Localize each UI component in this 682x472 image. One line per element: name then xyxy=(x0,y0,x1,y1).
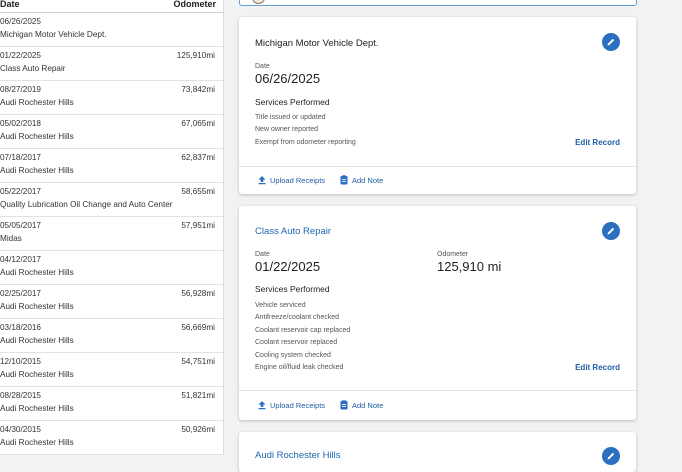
list-item[interactable]: 08/27/2019 Audi Rochester Hills 73,842mi xyxy=(0,81,223,115)
row-date: 02/25/2017 xyxy=(0,289,41,298)
row-odometer: 57,951mi xyxy=(181,221,215,230)
row-date: 08/27/2019 xyxy=(0,85,41,94)
row-date: 04/12/2017 xyxy=(0,255,41,264)
services-heading: Services Performed xyxy=(255,284,330,294)
row-source: Michigan Motor Vehicle Dept. xyxy=(0,30,107,39)
row-odometer: 58,655mi xyxy=(181,187,215,196)
list-item[interactable]: 03/18/2016 Audi Rochester Hills 56,669mi xyxy=(0,319,223,353)
row-date: 01/22/2025 xyxy=(0,51,41,60)
row-source: Audi Rochester Hills xyxy=(0,336,74,345)
services-list: Vehicle serviced Antifreeze/coolant chec… xyxy=(255,300,350,374)
row-odometer: 67,065mi xyxy=(181,119,215,128)
row-odometer: 51,821mi xyxy=(181,391,215,400)
pencil-icon xyxy=(607,227,615,235)
list-item[interactable]: 05/05/2017 Midas 57,951mi xyxy=(0,217,223,251)
row-date: 05/22/2017 xyxy=(0,187,41,196)
pencil-icon xyxy=(607,452,615,460)
row-source: Quality Lubrication Oil Change and Auto … xyxy=(0,200,173,209)
note-icon xyxy=(340,400,348,410)
row-source: Class Auto Repair xyxy=(0,64,66,73)
upload-icon xyxy=(258,176,266,185)
odometer-column-header: Odometer xyxy=(173,0,216,9)
row-date: 05/02/2018 xyxy=(0,119,41,128)
upload-icon xyxy=(258,401,266,410)
row-source: Audi Rochester Hills xyxy=(0,132,74,141)
record-card-class-auto: Class Auto Repair Date 01/22/2025 Odomet… xyxy=(239,206,636,420)
date-column-header: Date xyxy=(0,0,20,9)
service-item: Title issued or updated xyxy=(255,114,326,121)
list-item[interactable]: 12/10/2015 Audi Rochester Hills 54,751mi xyxy=(0,353,223,387)
service-item: New owner reported xyxy=(255,126,319,134)
service-item: Coolant reservoir cap replaced xyxy=(255,326,351,334)
row-source: Audi Rochester Hills xyxy=(0,268,74,277)
row-source: Audi Rochester Hills xyxy=(0,302,74,311)
date-label: Date xyxy=(255,251,270,258)
row-odometer: 54,751mi xyxy=(181,357,215,366)
service-item: Cooling system checked xyxy=(255,351,331,359)
services-list: Title issued or updated New owner report… xyxy=(255,112,356,149)
edit-record-link[interactable]: Edit Record xyxy=(575,363,620,372)
row-odometer: 56,928mi xyxy=(181,289,215,298)
row-source: Audi Rochester Hills xyxy=(0,370,74,379)
odometer-label: Odometer xyxy=(437,251,469,258)
list-rows: 06/26/2025 Michigan Motor Vehicle Dept. 01… xyxy=(0,13,223,455)
edit-pencil-button[interactable] xyxy=(602,33,620,51)
history-list: Date Odometer 06/26/2025 Michigan Motor V… xyxy=(0,0,224,455)
edit-pencil-button[interactable] xyxy=(602,447,620,465)
list-header: Date Odometer xyxy=(0,0,223,13)
date-value: 01/22/2025 xyxy=(255,259,321,274)
service-item: Exempt from odometer reporting xyxy=(255,138,356,146)
row-odometer: 56,669mi xyxy=(181,323,215,332)
service-item: Engine oil/fluid leak checked xyxy=(255,364,344,372)
row-date: 06/26/2025 xyxy=(0,17,41,26)
record-card-audi: Audi Rochester Hills xyxy=(239,432,636,472)
list-item[interactable]: 08/28/2015 Audi Rochester Hills 51,821mi xyxy=(0,387,223,421)
row-source: Audi Rochester Hills xyxy=(0,438,74,447)
edit-record-link[interactable]: Edit Record xyxy=(575,138,620,147)
note-icon xyxy=(340,175,348,185)
edit-pencil-button[interactable] xyxy=(602,222,620,240)
list-item[interactable]: 02/25/2017 Audi Rochester Hills 56,928mi xyxy=(0,285,223,319)
row-source: Audi Rochester Hills xyxy=(0,404,74,413)
date-value: 06/26/2025 xyxy=(255,71,321,86)
card-divider xyxy=(239,390,636,391)
date-label: Date xyxy=(255,63,270,70)
previous-card-bottom xyxy=(239,0,637,6)
row-odometer: 62,837mi xyxy=(181,153,215,162)
row-date: 12/10/2015 xyxy=(0,357,41,366)
row-odometer: 125,910mi xyxy=(176,51,215,60)
card-divider xyxy=(239,166,636,167)
list-item[interactable]: 01/22/2025 Class Auto Repair 125,910mi xyxy=(0,47,223,81)
seal-icon xyxy=(252,0,265,4)
row-date: 04/30/2015 xyxy=(0,425,41,434)
card-title[interactable]: Class Auto Repair xyxy=(255,226,331,237)
list-item[interactable]: 06/26/2025 Michigan Motor Vehicle Dept. xyxy=(0,13,223,47)
row-date: 07/18/2017 xyxy=(0,153,41,162)
row-odometer: 50,926mi xyxy=(181,425,215,434)
services-heading: Services Performed xyxy=(255,97,330,107)
service-item: Antifreeze/coolant checked xyxy=(255,314,340,322)
row-date: 05/05/2017 xyxy=(0,221,41,230)
card-title: Michigan Motor Vehicle Dept. xyxy=(255,38,379,49)
row-source: Midas xyxy=(0,234,22,243)
row-date: 08/28/2015 xyxy=(0,391,41,400)
list-item[interactable]: 05/22/2017 Quality Lubrication Oil Change… xyxy=(0,183,223,217)
list-item[interactable]: 04/30/2015 Audi Rochester Hills 50,926mi xyxy=(0,421,223,455)
row-source: Audi Rochester Hills xyxy=(0,166,74,175)
pencil-icon xyxy=(607,38,615,46)
list-item[interactable]: 07/18/2017 Audi Rochester Hills 62,837mi xyxy=(0,149,223,183)
row-date: 03/18/2016 xyxy=(0,323,41,332)
odometer-value: 125,910 mi xyxy=(437,259,502,274)
card-title[interactable]: Audi Rochester Hills xyxy=(255,450,341,461)
row-odometer: 73,842mi xyxy=(181,85,215,94)
record-card-mvd: Michigan Motor Vehicle Dept. Date 06/26/… xyxy=(239,17,636,194)
row-source: Audi Rochester Hills xyxy=(0,98,74,107)
list-item[interactable]: 04/12/2017 Audi Rochester Hills xyxy=(0,251,223,285)
service-item: Vehicle serviced xyxy=(255,302,306,309)
list-item[interactable]: 05/02/2018 Audi Rochester Hills 67,065mi xyxy=(0,115,223,149)
service-item: Coolant reservoir replaced xyxy=(255,339,338,347)
